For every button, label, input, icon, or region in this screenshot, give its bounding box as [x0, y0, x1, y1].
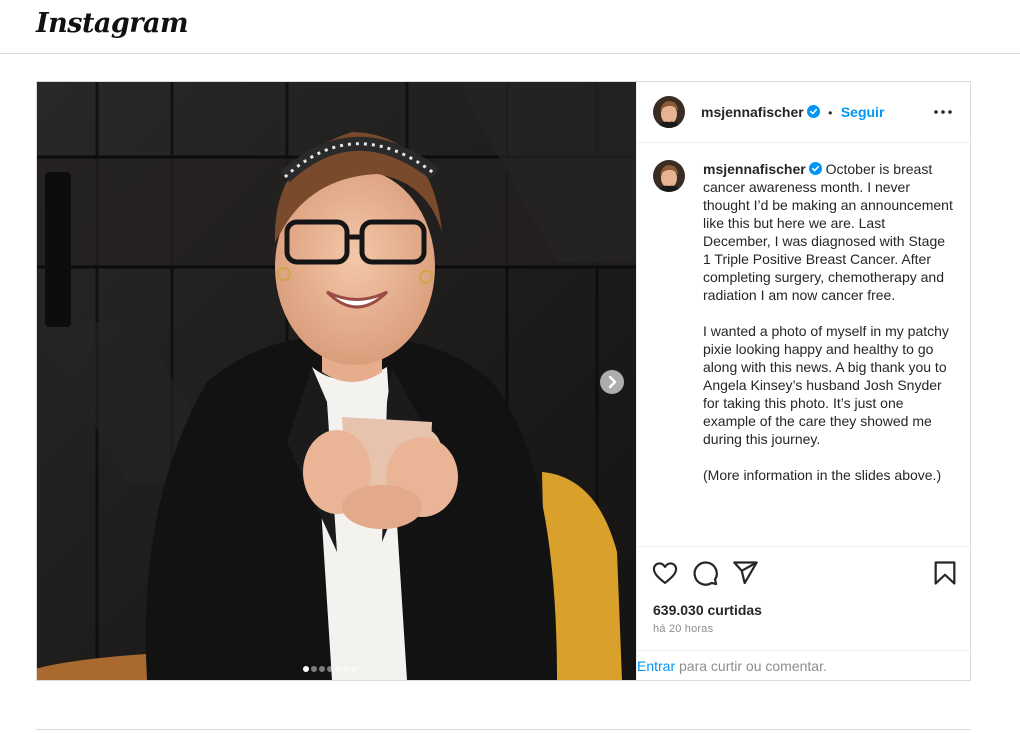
author-avatar[interactable] — [653, 96, 685, 128]
caption-paragraph-1: October is breast cancer awareness month… — [703, 161, 953, 303]
post-details-panel: msjennafischer • Seguir msjennafischer O… — [636, 82, 971, 680]
share-button[interactable] — [731, 559, 759, 587]
carousel-dot — [319, 666, 325, 672]
carousel-dot — [351, 666, 357, 672]
carousel-dot — [311, 666, 317, 672]
more-options-button[interactable] — [931, 100, 955, 124]
comment-icon — [693, 561, 718, 586]
caption-username[interactable]: msjennafischer — [703, 161, 806, 177]
post-photo-illustration — [37, 82, 636, 680]
login-link[interactable]: Entrar — [637, 658, 675, 674]
caption-section: msjennafischer October is breast cancer … — [637, 144, 971, 546]
caption-paragraph-2: I wanted a photo of myself in my patchy … — [703, 323, 949, 447]
footer-divider — [36, 729, 971, 730]
avatar-image — [653, 160, 685, 192]
save-button[interactable] — [931, 559, 959, 587]
caption-paragraph-3: (More information in the slides above.) — [703, 467, 942, 483]
carousel-dot — [343, 666, 349, 672]
login-prompt-text: para curtir ou comentar. — [675, 658, 827, 674]
post-image[interactable] — [37, 82, 636, 680]
comment-button[interactable] — [691, 559, 719, 587]
carousel-indicator — [303, 659, 359, 672]
more-horizontal-icon — [934, 110, 952, 114]
separator-dot: • — [828, 106, 833, 120]
caption-paragraph: msjennafischer October is breast cancer … — [703, 160, 953, 304]
avatar-image — [653, 96, 685, 128]
likes-count[interactable]: 639.030 curtidas — [653, 602, 762, 618]
post-timestamp[interactable]: há 20 horas — [653, 623, 713, 635]
carousel-dot — [303, 666, 309, 672]
post-actions: 639.030 curtidas há 20 horas — [637, 546, 971, 650]
carousel-dot — [327, 666, 333, 672]
post-header: msjennafischer • Seguir — [637, 82, 971, 143]
like-button[interactable] — [651, 559, 679, 587]
instagram-logo[interactable]: Instagram — [36, 8, 189, 39]
bookmark-icon — [934, 561, 956, 585]
top-navigation-bar: Instagram — [0, 0, 1020, 54]
carousel-dot — [335, 666, 341, 672]
post-card: msjennafischer • Seguir msjennafischer O… — [36, 81, 971, 681]
verified-badge-icon — [808, 162, 822, 175]
send-icon — [733, 561, 758, 585]
heart-icon — [652, 562, 678, 584]
caption-author-avatar[interactable] — [653, 160, 685, 192]
login-prompt: Entrar para curtir ou comentar. — [637, 650, 971, 680]
caption-text: msjennafischer October is breast cancer … — [703, 160, 953, 502]
post-header-info: msjennafischer • Seguir — [701, 104, 884, 122]
chevron-right-icon — [608, 375, 617, 389]
follow-button[interactable]: Seguir — [841, 104, 885, 120]
carousel-next-button[interactable] — [600, 370, 624, 394]
verified-badge-icon — [806, 105, 820, 118]
author-username[interactable]: msjennafischer — [701, 104, 804, 120]
